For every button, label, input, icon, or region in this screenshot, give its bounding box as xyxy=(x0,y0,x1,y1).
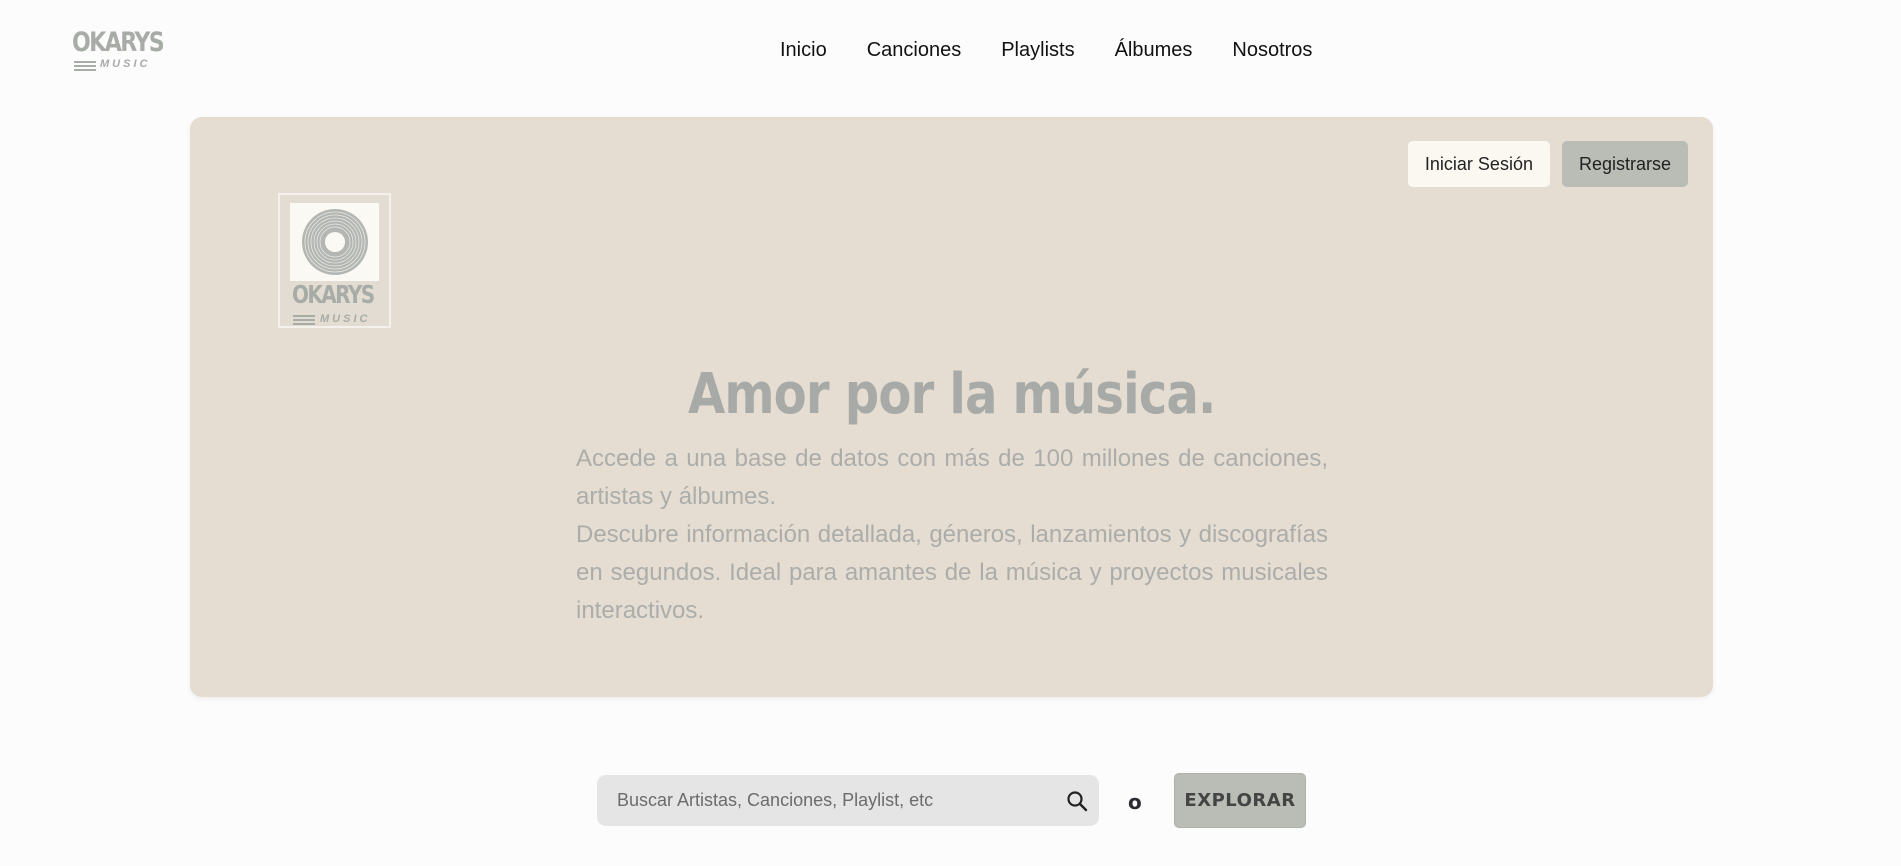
explore-button[interactable]: EXPLORAR xyxy=(1174,773,1306,828)
record-brand-tagline: MUSIC xyxy=(320,313,371,325)
brand-bars-icon xyxy=(74,61,96,73)
hero-panel: Iniciar Sesión Registrarse OKARYS MUSIC … xyxy=(190,117,1713,697)
hero-title: Amor por la música. xyxy=(190,362,1713,427)
hero-title-text: Amor por la música. xyxy=(687,362,1216,427)
hero-description: Accede a una base de datos con más de 10… xyxy=(576,440,1328,630)
hero-paragraph-1: Accede a una base de datos con más de 10… xyxy=(576,445,1328,510)
record-logo-card: OKARYS MUSIC xyxy=(278,193,391,328)
brand-name: OKARYS xyxy=(72,27,165,58)
main-nav: Inicio Canciones Playlists Álbumes Nosot… xyxy=(780,38,1352,62)
register-button[interactable]: Registrarse xyxy=(1561,141,1688,187)
auth-buttons: Iniciar Sesión Registrarse xyxy=(1407,141,1688,187)
record-sleeve xyxy=(290,203,379,281)
hero-paragraph-2: Descubre información detallada, géneros,… xyxy=(576,521,1328,624)
brand-logo[interactable]: OKARYS MUSIC xyxy=(72,27,165,73)
search-icon[interactable] xyxy=(1065,789,1089,813)
or-separator: o xyxy=(1128,790,1142,814)
nav-nosotros[interactable]: Nosotros xyxy=(1232,38,1312,62)
search-input[interactable] xyxy=(597,775,1057,826)
nav-albumes[interactable]: Álbumes xyxy=(1115,38,1193,62)
brand-tagline: MUSIC xyxy=(100,58,151,70)
record-brand-name: OKARYS xyxy=(292,280,375,309)
record-bars-icon xyxy=(293,315,315,327)
nav-canciones[interactable]: Canciones xyxy=(867,38,962,62)
brand-sub: MUSIC xyxy=(72,58,158,73)
nav-playlists[interactable]: Playlists xyxy=(1001,38,1074,62)
vinyl-record-icon xyxy=(302,209,368,275)
search-box xyxy=(597,775,1099,826)
login-button[interactable]: Iniciar Sesión xyxy=(1407,141,1550,187)
nav-inicio[interactable]: Inicio xyxy=(780,38,827,62)
site-header: OKARYS MUSIC Inicio Canciones Playlists … xyxy=(0,0,1901,100)
